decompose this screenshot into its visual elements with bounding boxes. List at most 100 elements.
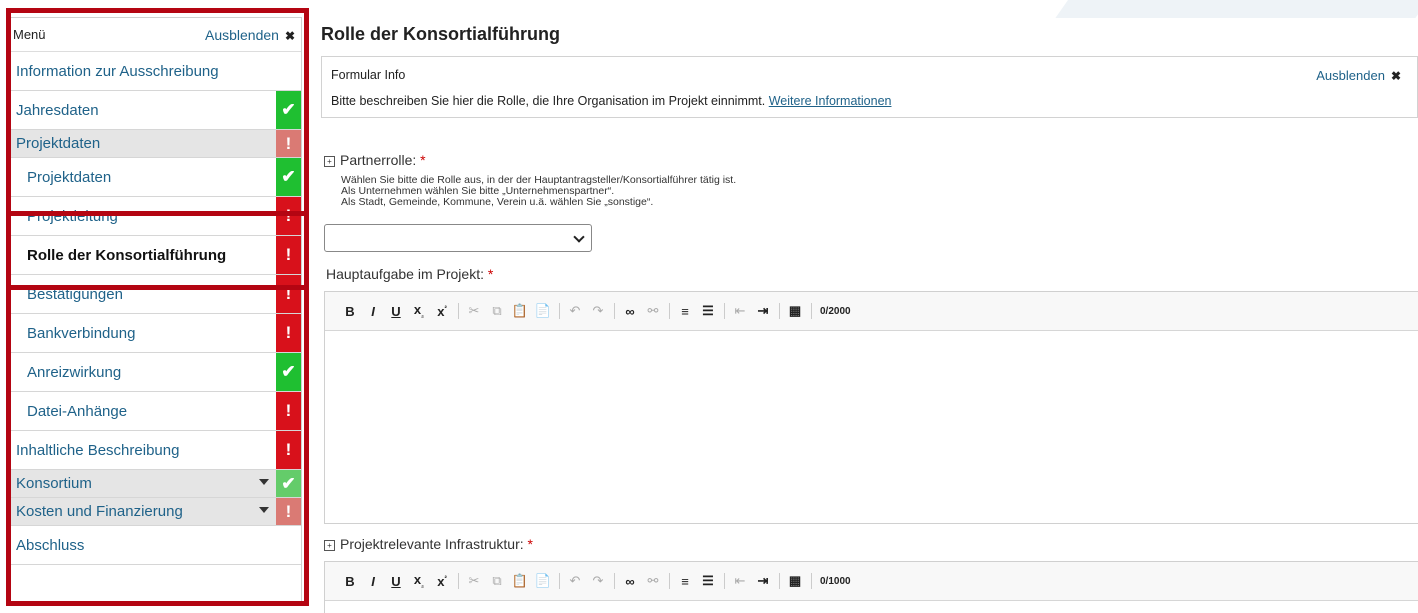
sidebar-item-abschluss[interactable]: Abschluss [9, 526, 301, 565]
hauptaufgabe-label: Hauptaufgabe im Projekt: * [326, 266, 493, 282]
check-icon: ✔ [276, 353, 301, 391]
sidebar-item-bestaetigungen[interactable]: Bestätigungen ! [9, 275, 301, 314]
toolbar-separator [724, 573, 725, 589]
sidebar-item-rolle-konsortialfuehrung[interactable]: Rolle der Konsortialführung ! [9, 236, 301, 275]
caret-down-icon[interactable] [259, 479, 269, 485]
toolbar-separator [614, 303, 615, 319]
bold-icon[interactable]: B [341, 304, 359, 319]
field-label-text: Partnerrolle: [340, 152, 417, 168]
italic-icon[interactable]: I [364, 574, 382, 589]
numbered-list-icon[interactable]: ≡ [676, 304, 694, 319]
info-toggle-icon[interactable]: + [324, 156, 335, 167]
underline-icon[interactable]: U [387, 574, 405, 589]
redo-icon[interactable]: ↷ [589, 573, 607, 589]
check-icon: ✔ [276, 158, 301, 196]
paste-icon[interactable]: 📋 [511, 303, 529, 319]
sidebar-item-datei-anhaenge[interactable]: Datei-Anhänge ! [9, 392, 301, 431]
copy-icon[interactable]: ⧉ [488, 303, 506, 319]
sidebar-group-konsortium[interactable]: Konsortium ✔ [9, 470, 301, 498]
menu-hide-label: Ausblenden [204, 26, 279, 43]
unlink-icon[interactable]: ⚯ [644, 303, 662, 319]
form-info-box: Formular Info Ausblenden ✖ Bitte beschrei… [321, 56, 1418, 118]
partnerrolle-select[interactable] [324, 224, 592, 252]
toolbar-separator [669, 573, 670, 589]
italic-icon[interactable]: I [364, 304, 382, 319]
required-marker: * [420, 152, 426, 168]
sidebar-item-anreizwirkung[interactable]: Anreizwirkung ✔ [9, 353, 301, 392]
info-hide-label: Ausblenden [1316, 68, 1385, 83]
bulleted-list-icon[interactable]: ☰ [699, 303, 717, 319]
close-icon: ✖ [1390, 69, 1401, 83]
sidebar-item-label: Projektdaten [27, 168, 112, 186]
paste-text-icon[interactable]: 📄 [534, 303, 552, 319]
sidebar-item-label: Information zur Ausschreibung [16, 62, 219, 80]
unlink-icon[interactable]: ⚯ [644, 573, 662, 589]
toolbar-separator [559, 573, 560, 589]
page-title: Rolle der Konsortialführung [321, 24, 561, 44]
info-toggle-icon[interactable]: + [324, 540, 335, 551]
hint-line: Als Stadt, Gemeinde, Kommune, Verein u.ä… [341, 196, 654, 208]
sidebar-item-inhaltliche-beschreibung[interactable]: Inhaltliche Beschreibung ! [9, 431, 301, 470]
indent-icon[interactable]: ⇥ [754, 303, 772, 319]
table-icon[interactable]: ▦ [786, 303, 804, 319]
redo-icon[interactable]: ↷ [589, 303, 607, 319]
toolbar-separator [614, 573, 615, 589]
bulleted-list-icon[interactable]: ☰ [699, 573, 717, 589]
numbered-list-icon[interactable]: ≡ [676, 574, 694, 589]
copy-icon[interactable]: ⧉ [488, 573, 506, 589]
header-decoration [1055, 0, 1418, 18]
table-icon[interactable]: ▦ [786, 573, 804, 589]
caret-down-icon[interactable] [259, 507, 269, 513]
undo-icon[interactable]: ↶ [566, 303, 584, 319]
sidebar-item-bankverbindung[interactable]: Bankverbindung ! [9, 314, 301, 353]
form-info-description: Bitte beschreiben Sie hier die Rolle, di… [331, 94, 766, 108]
underline-icon[interactable]: U [387, 304, 405, 319]
menu-hide-button[interactable]: Ausblenden ✖ [205, 27, 295, 43]
infrastruktur-label: + Projektrelevante Infrastruktur: * [324, 536, 533, 552]
sidebar-item-information[interactable]: Information zur Ausschreibung [9, 52, 301, 91]
editor-toolbar: B I U x₂ x² ✂ ⧉ 📋 📄 ↶ ↷ ∞ ⚯ ≡ ☰ ⇤ ⇥ ▦ 0/… [325, 562, 1418, 601]
menu-header: Menü Ausblenden ✖ [9, 18, 301, 52]
exclamation-icon: ! [276, 130, 301, 157]
sidebar-item-jahresdaten[interactable]: Jahresdaten ✔ [9, 91, 301, 130]
cut-icon[interactable]: ✂ [465, 573, 483, 589]
sidebar-menu: Menü Ausblenden ✖ Information zur Ausschr… [8, 17, 302, 602]
superscript-icon[interactable]: x² [433, 304, 451, 319]
chevron-down-icon [573, 231, 585, 243]
info-hide-button[interactable]: Ausblenden ✖ [1316, 68, 1401, 83]
sidebar-group-projektdaten[interactable]: Projektdaten ! [9, 130, 301, 158]
hauptaufgabe-editor[interactable]: B I U x₂ x² ✂ ⧉ 📋 📄 ↶ ↷ ∞ ⚯ ≡ ☰ ⇤ ⇥ ▦ 0/… [324, 291, 1418, 524]
toolbar-separator [811, 303, 812, 319]
infrastruktur-editor[interactable]: B I U x₂ x² ✂ ⧉ 📋 📄 ↶ ↷ ∞ ⚯ ≡ ☰ ⇤ ⇥ ▦ 0/… [324, 561, 1418, 613]
link-icon[interactable]: ∞ [621, 574, 639, 589]
sidebar-item-projektdaten[interactable]: Projektdaten ✔ [9, 158, 301, 197]
exclamation-icon: ! [276, 236, 301, 274]
toolbar-separator [458, 303, 459, 319]
link-icon[interactable]: ∞ [621, 304, 639, 319]
exclamation-icon: ! [276, 392, 301, 430]
paste-text-icon[interactable]: 📄 [534, 573, 552, 589]
sidebar-item-projektleitung[interactable]: Projektleitung ! [9, 197, 301, 236]
sidebar-item-label: Anreizwirkung [27, 363, 122, 381]
field-label-text: Hauptaufgabe im Projekt: [326, 266, 484, 282]
form-info-text: Bitte beschreiben Sie hier die Rolle, di… [331, 94, 891, 108]
toolbar-separator [779, 303, 780, 319]
outdent-icon[interactable]: ⇤ [731, 303, 749, 319]
outdent-icon[interactable]: ⇤ [731, 573, 749, 589]
more-info-link[interactable]: Weitere Informationen [769, 94, 892, 108]
menu-title: Menü [13, 27, 46, 42]
toolbar-separator [724, 303, 725, 319]
sidebar-group-kosten-finanzierung[interactable]: Kosten und Finanzierung ! [9, 498, 301, 526]
superscript-icon[interactable]: x² [433, 574, 451, 589]
editor-toolbar: B I U x₂ x² ✂ ⧉ 📋 📄 ↶ ↷ ∞ ⚯ ≡ ☰ ⇤ ⇥ ▦ 0/… [325, 292, 1418, 331]
bold-icon[interactable]: B [341, 574, 359, 589]
check-icon: ✔ [276, 91, 301, 129]
undo-icon[interactable]: ↶ [566, 573, 584, 589]
toolbar-separator [458, 573, 459, 589]
subscript-icon[interactable]: x₂ [410, 302, 428, 320]
toolbar-separator [559, 303, 560, 319]
paste-icon[interactable]: 📋 [511, 573, 529, 589]
subscript-icon[interactable]: x₂ [410, 572, 428, 590]
indent-icon[interactable]: ⇥ [754, 573, 772, 589]
cut-icon[interactable]: ✂ [465, 303, 483, 319]
